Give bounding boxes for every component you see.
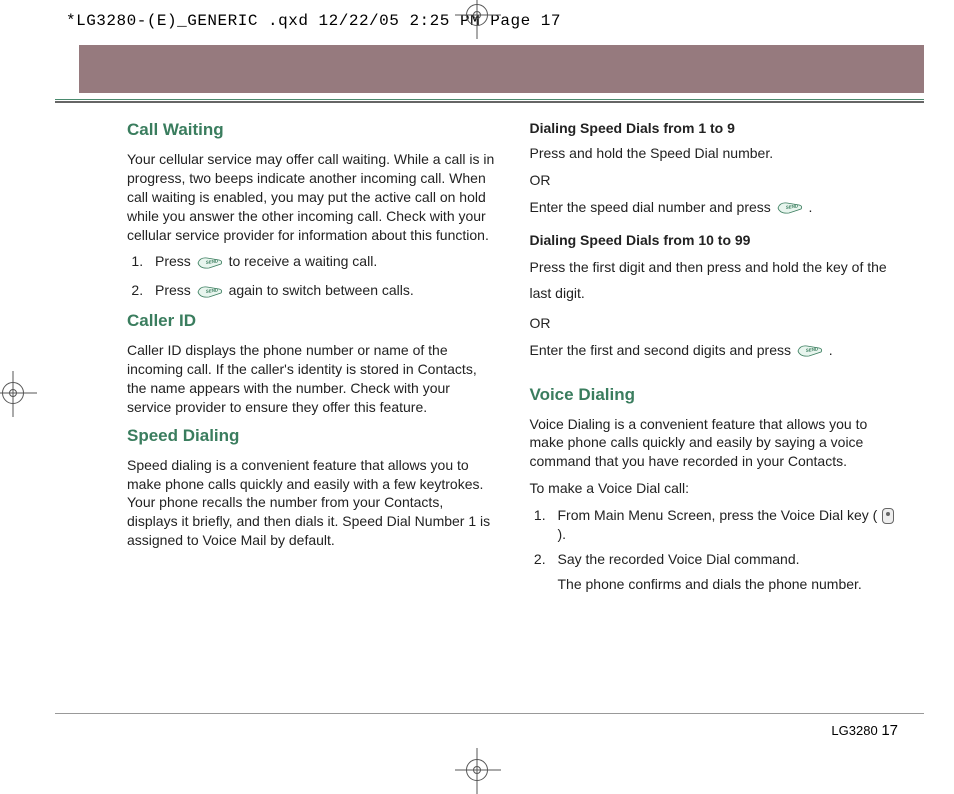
- text: ).: [558, 526, 567, 542]
- voice-dialing-steps: From Main Menu Screen, press the Voice D…: [530, 506, 899, 594]
- voice-dialing-lead: To make a Voice Dial call:: [530, 479, 899, 498]
- step-text: to receive a waiting call.: [229, 253, 378, 269]
- speed-dialing-body: Speed dialing is a convenient feature th…: [127, 456, 496, 550]
- text: .: [829, 342, 833, 358]
- heading-call-waiting: Call Waiting: [127, 119, 496, 142]
- text: Enter the first and second digits and pr…: [530, 342, 795, 358]
- call-waiting-step-1: Press to receive a waiting call.: [147, 252, 496, 271]
- caller-id-body: Caller ID displays the phone number or n…: [127, 341, 496, 417]
- send-icon: [777, 201, 803, 215]
- right-column: Dialing Speed Dials from 1 to 9 Press an…: [530, 119, 899, 600]
- text: From Main Menu Screen, press the Voice D…: [558, 507, 882, 523]
- footer-model: LG3280: [831, 723, 877, 738]
- text: Say the recorded Voice Dial command.: [558, 551, 800, 567]
- heading-speed-dialing: Speed Dialing: [127, 425, 496, 448]
- subheading-sd-10-99: Dialing Speed Dials from 10 to 99: [530, 231, 899, 250]
- crop-mark-top: [466, 4, 488, 26]
- step-text: Press: [155, 282, 195, 298]
- sd1099-line1: Press the first digit and then press and…: [530, 255, 899, 305]
- text: Enter the speed dial number and press: [530, 199, 775, 215]
- header-banner: [79, 45, 924, 93]
- subheading-sd-1-9: Dialing Speed Dials from 1 to 9: [530, 119, 899, 138]
- voice-step-1: From Main Menu Screen, press the Voice D…: [550, 506, 899, 544]
- call-waiting-step-2: Press again to switch between calls.: [147, 281, 496, 300]
- sd1099-or: OR: [530, 314, 899, 333]
- voice-dial-key-icon: [882, 508, 894, 524]
- step-text: Press: [155, 253, 195, 269]
- sd1099-line2: Enter the first and second digits and pr…: [530, 341, 899, 360]
- call-waiting-body: Your cellular service may offer call wai…: [127, 150, 496, 244]
- voice-dialing-body: Voice Dialing is a convenient feature th…: [530, 415, 899, 472]
- text: .: [809, 199, 813, 215]
- voice-step-2-sub: The phone confirms and dials the phone n…: [558, 575, 899, 594]
- send-icon: [197, 285, 223, 299]
- content-columns: Call Waiting Your cellular service may o…: [55, 103, 924, 600]
- sd19-line1: Press and hold the Speed Dial number.: [530, 144, 899, 163]
- sd19-line2: Enter the speed dial number and press .: [530, 198, 899, 217]
- step-text: again to switch between calls.: [229, 282, 414, 298]
- heading-voice-dialing: Voice Dialing: [530, 384, 899, 407]
- left-column: Call Waiting Your cellular service may o…: [127, 119, 496, 600]
- footer-page-number: 17: [881, 722, 898, 739]
- heading-caller-id: Caller ID: [127, 310, 496, 333]
- sd19-or: OR: [530, 171, 899, 190]
- page-footer: LG3280 17: [55, 713, 924, 739]
- crop-mark-bottom: [466, 759, 488, 781]
- send-icon: [197, 256, 223, 270]
- send-icon: [797, 344, 823, 358]
- voice-step-2: Say the recorded Voice Dial command. The…: [550, 550, 899, 594]
- crop-mark-left: [2, 382, 24, 404]
- call-waiting-steps: Press to receive a waiting call. Press a…: [127, 252, 496, 300]
